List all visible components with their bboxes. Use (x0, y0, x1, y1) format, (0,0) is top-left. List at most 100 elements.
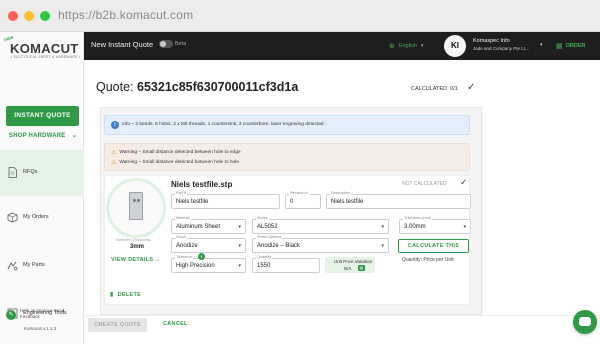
warning-line: ⚠ Warning – Small distance detected betwe… (111, 159, 239, 166)
user-name[interactable]: Komaspec Info (473, 38, 510, 44)
minimize-window-icon[interactable] (24, 11, 34, 21)
unit-price-variation-value: N/A (344, 266, 352, 271)
globe-icon: ⊕ (389, 43, 395, 50)
sidebar-item-my-parts[interactable]: My Parts (6, 259, 45, 271)
quantity-input[interactable]: Quantity 1550 (252, 255, 320, 273)
logo-text: KOMACUT (10, 41, 79, 56)
quantity-price-label: Quantity: Price per Unit (402, 257, 454, 263)
shop-hardware-label: SHOP HARDWARE (9, 133, 66, 139)
field-label: Quantity (256, 255, 273, 259)
quote-status-text: CALCULATED (411, 86, 447, 92)
part-file-name: Niels testfile.stp (171, 180, 233, 189)
info-icon: i (111, 121, 119, 129)
new-quote-label: New Instant Quote (91, 40, 154, 49)
instant-quote-button[interactable]: INSTANT QUOTE (6, 106, 79, 126)
quote-status-count: 0/1 (450, 86, 458, 92)
grid-icon: ▦ (556, 43, 563, 50)
field-value: Niels testfile (176, 199, 209, 205)
sidebar-item-label: My Parts (23, 262, 45, 268)
delete-label: DELETE (117, 291, 142, 298)
info-text: Info – 2 bends, 6 holes, 2 x M6 threads,… (122, 122, 324, 127)
box-icon (6, 211, 18, 223)
sidebar-item-my-orders[interactable]: My Orders (6, 211, 49, 223)
trash-icon: ▮ (110, 292, 114, 298)
field-label: Thickness (mm) (403, 216, 433, 220)
quote-id: 65321c85f630700011cf3d1a (137, 80, 299, 94)
unit-price-variation-label: Unit Price Variation (334, 259, 373, 264)
field-label: Tolerance (175, 255, 194, 259)
create-quote-button[interactable]: CREATE QUOTE (88, 318, 147, 332)
cancel-button[interactable]: CANCEL (163, 321, 188, 327)
tools-icon (6, 307, 18, 319)
view-details-link[interactable]: VIEW DETAILS → (111, 257, 161, 263)
info-banner: i Info – 2 bends, 6 holes, 2 x M6 thread… (104, 115, 470, 135)
user-company: Jade and Company Pte Lt... (473, 46, 529, 51)
part-number-field[interactable]: Part # Niels testfile (171, 191, 280, 209)
part-calc-status: NOT CALCULATED (402, 181, 447, 187)
check-icon: ✓ (460, 177, 468, 187)
beta-toggle[interactable] (159, 40, 173, 48)
address-bar[interactable]: https://b2b.komacut.com (58, 8, 193, 22)
warning-text: Warning – Small distance detected betwee… (119, 160, 239, 165)
warning-text: Warning – Small distance detected betwee… (119, 150, 241, 155)
beta-label: Beta (175, 41, 187, 47)
field-value: Niels testfile (331, 199, 364, 205)
parts-icon (6, 259, 18, 271)
description-field[interactable]: Description Niels testfile (326, 191, 471, 209)
sidebar-item-rfqs[interactable]: RFQs (6, 166, 37, 178)
language-selector[interactable]: ⊕ English ▾ (389, 42, 423, 50)
chat-icon[interactable] (573, 310, 597, 334)
order-label: ORDER (565, 43, 586, 49)
calculate-button[interactable]: CALCULATE THIS (398, 239, 469, 253)
sidebar: new KOMACUT • ELECTRICAL SHEET & HARDWAR… (0, 32, 84, 344)
sidebar-item-label: My Orders (23, 214, 49, 220)
chart-icon[interactable]: ▤ (358, 265, 365, 271)
caret-down-icon: ▾ (238, 224, 241, 230)
field-label: Finish Options (256, 235, 283, 239)
check-icon: ✓ (467, 82, 476, 93)
logo-tagline: • ELECTRICAL SHEET & HARDWARE • (11, 55, 81, 59)
caret-down-icon: ▾ (463, 224, 466, 230)
order-button[interactable]: ▦ ORDER (556, 42, 586, 50)
close-window-icon[interactable] (8, 11, 18, 21)
field-value: AL5052 (257, 224, 278, 230)
field-value: High Precision (176, 263, 215, 269)
finish-options-select[interactable]: Finish Options Anodize – Black ▾ (252, 235, 389, 253)
field-label: Description (330, 191, 351, 195)
sidebar-item-engineering-tools[interactable]: Engineering Tools (6, 307, 67, 319)
tolerance-select[interactable]: Tolerance High Precision ▾ (171, 255, 246, 273)
maximize-window-icon[interactable] (40, 11, 50, 21)
finish-select[interactable]: Finish Anodize ▾ (171, 235, 246, 253)
material-select[interactable]: Material Aluminum Sheet ▾ (171, 216, 246, 234)
field-label: Finish (175, 235, 188, 239)
field-label: Series (256, 216, 269, 220)
komacut-logo[interactable]: new KOMACUT • ELECTRICAL SHEET & HARDWAR… (3, 35, 81, 64)
series-select[interactable]: Series AL5052 ▾ (252, 216, 389, 234)
field-value: 0 (290, 199, 294, 205)
avatar[interactable]: KI (444, 35, 466, 57)
browser-chrome: https://b2b.komacut.com (0, 0, 600, 32)
page-title: Quote: 65321c85f630700011cf3d1a (96, 80, 298, 94)
footer-bar (84, 315, 600, 344)
part-3d-icon (129, 192, 143, 220)
selected-thickness-value: 3mm (130, 244, 145, 250)
sidebar-item-label: Engineering Tools (23, 310, 67, 316)
revision-field[interactable]: Revision # 0 (285, 191, 321, 209)
sidebar-item-label: RFQs (23, 169, 38, 175)
caret-down-icon: ▾ (381, 243, 384, 249)
field-value: Anodize (176, 243, 198, 249)
thickness-select[interactable]: Thickness (mm) 3.00mm ▾ (399, 216, 471, 234)
unit-price-variation: Unit Price Variation N/A ▤ (325, 257, 375, 273)
delete-button[interactable]: ▮ DELETE (110, 291, 142, 299)
language-label: English (398, 43, 417, 49)
shop-hardware-menu[interactable]: SHOP HARDWARE ⌄ (9, 131, 78, 139)
quote-calc-status: CALCULATED 0/1 (411, 86, 458, 92)
field-value: 3.00mm (404, 224, 426, 230)
app-version: Komacut v.1.1.3 (24, 326, 57, 331)
chevron-down-icon: ▾ (420, 43, 424, 49)
warning-icon: ⚠ (111, 150, 117, 156)
chevron-down-icon: ⌄ (71, 132, 78, 139)
field-value: Aluminum Sheet (176, 224, 221, 230)
chevron-down-icon[interactable]: ▾ (540, 42, 543, 48)
tolerance-info-icon[interactable]: i (198, 253, 205, 260)
